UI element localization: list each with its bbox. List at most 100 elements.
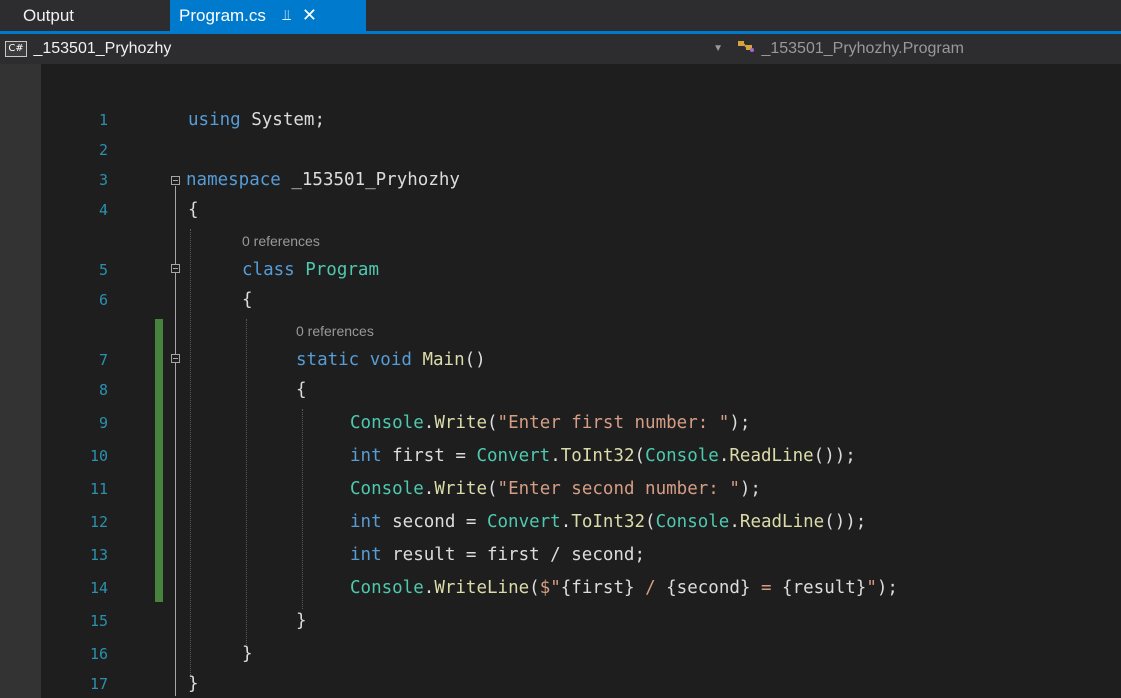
- keyword: int: [350, 512, 382, 532]
- method-token: ReadLine: [729, 446, 814, 466]
- code-text: int second = Convert.ToInt32(Console.Rea…: [350, 507, 866, 537]
- string-literal: "Enter second number: ": [497, 479, 740, 499]
- code-line: 11 Console.Write("Enter second number: "…: [0, 474, 1121, 504]
- code-token: first =: [381, 446, 477, 466]
- code-line: 5 class Program: [0, 255, 1121, 285]
- string-literal: =: [750, 578, 783, 598]
- keyword: static: [296, 350, 360, 370]
- string-literal: $": [539, 578, 561, 598]
- line-number: 16: [89, 645, 108, 663]
- code-line: 4 {: [0, 195, 1121, 225]
- code-text: }: [188, 674, 199, 694]
- line-number: 1: [98, 111, 108, 129]
- code-text: {: [188, 200, 199, 220]
- code-token: .: [423, 479, 435, 499]
- interpolation: {result}: [782, 578, 867, 598]
- type-name-token: Convert: [486, 512, 561, 532]
- code-line: 10 int first = Convert.ToInt32(Console.R…: [0, 441, 1121, 471]
- code-text: int result = first / second;: [350, 540, 645, 570]
- code-token: (: [487, 413, 498, 433]
- line-number: 13: [89, 546, 108, 564]
- type-name-token: Console: [350, 479, 424, 499]
- codelens-references-class[interactable]: 0 references: [242, 230, 320, 252]
- code-line: 6 {: [0, 285, 1121, 315]
- type-name-token: Console: [655, 512, 730, 532]
- keyword: int: [350, 446, 382, 466]
- pin-icon[interactable]: ⫫: [283, 0, 291, 31]
- code-token: );: [729, 413, 751, 433]
- method-token: ToInt32: [571, 512, 646, 532]
- line-number: 14: [89, 579, 108, 597]
- project-name: _153501_Pryhozhy: [33, 40, 172, 57]
- type-name: _153501_Pryhozhy.Program: [761, 40, 964, 58]
- document-tab-strip: Output Program.cs ⫫ ✕: [0, 0, 1121, 31]
- code-line: 8 {: [0, 375, 1121, 405]
- code-line: 14 Console.WriteLine($"{first} / {second…: [0, 573, 1121, 603]
- code-line: 9 Console.Write("Enter first number: ");: [0, 408, 1121, 438]
- code-token: (): [464, 350, 486, 370]
- keyword: int: [350, 545, 382, 565]
- line-number: 3: [98, 171, 108, 189]
- method-token: Write: [434, 479, 487, 499]
- code-token: .: [718, 446, 730, 466]
- codelens-references-main[interactable]: 0 references: [296, 320, 374, 342]
- string-literal: ": [866, 578, 877, 598]
- type-name-token: Console: [350, 578, 424, 598]
- line-number: 5: [98, 261, 108, 279]
- code-text: class Program: [242, 255, 379, 285]
- code-line: 15 }: [0, 606, 1121, 636]
- type-name-token: Program: [305, 260, 379, 280]
- line-number: 4: [98, 201, 108, 219]
- code-line: 3 namespace _153501_Pryhozhy: [0, 165, 1121, 195]
- code-token: (: [529, 578, 540, 598]
- code-token: .: [550, 446, 561, 466]
- line-number: 10: [89, 447, 108, 465]
- code-text: {: [242, 290, 253, 310]
- type-name-token: Console: [645, 446, 719, 466]
- close-icon[interactable]: ✕: [302, 0, 317, 31]
- code-text: int first = Convert.ToInt32(Console.Read…: [350, 441, 856, 471]
- tab-output[interactable]: Output: [0, 0, 170, 31]
- tab-program-cs[interactable]: Program.cs ⫫ ✕: [170, 0, 366, 31]
- string-literal: "Enter first number: ": [497, 413, 730, 433]
- code-text: {: [296, 380, 307, 400]
- code-token: second =: [381, 512, 487, 532]
- keyword: using: [188, 110, 241, 130]
- code-token: .: [729, 512, 740, 532]
- type-dropdown[interactable]: _153501_Pryhozhy.Program: [729, 36, 1119, 62]
- type-name-token: Convert: [476, 446, 551, 466]
- chevron-down-icon[interactable]: ▼: [713, 36, 723, 62]
- method-token: Main: [422, 350, 465, 370]
- line-number: 17: [89, 675, 108, 693]
- csharp-project-icon: C#: [5, 40, 27, 57]
- line-number: 15: [89, 612, 108, 630]
- code-token: .: [423, 413, 435, 433]
- method-token: WriteLine: [434, 578, 530, 598]
- method-token: ReadLine: [739, 512, 825, 532]
- code-line: 7 static void Main(): [0, 345, 1121, 375]
- code-text: static void Main(): [296, 345, 486, 375]
- code-editor[interactable]: 0 references 0 references 1 using System…: [0, 64, 1121, 698]
- code-token: (: [487, 479, 498, 499]
- code-token: ());: [813, 446, 856, 466]
- code-token: System;: [240, 110, 325, 130]
- project-dropdown[interactable]: C# _153501_Pryhozhy ▼: [3, 36, 729, 62]
- code-token: );: [739, 479, 761, 499]
- code-text: Console.Write("Enter second number: ");: [350, 474, 761, 504]
- keyword: void: [369, 350, 412, 370]
- method-token: Write: [434, 413, 487, 433]
- interpolation: {first}: [560, 578, 635, 598]
- code-text: }: [296, 611, 307, 631]
- line-number: 9: [98, 414, 108, 432]
- method-token: ToInt32: [560, 446, 635, 466]
- code-line: 12 int second = Convert.ToInt32(Console.…: [0, 507, 1121, 537]
- keyword: namespace: [186, 170, 281, 190]
- code-token: (: [645, 512, 656, 532]
- code-token: result = first / second;: [381, 545, 646, 565]
- line-number: 6: [98, 291, 108, 309]
- tab-program-cs-label: Program.cs: [179, 6, 266, 25]
- line-number: 7: [98, 351, 108, 369]
- line-number: 11: [89, 480, 108, 498]
- interpolation: {second}: [666, 578, 751, 598]
- line-number: 8: [98, 381, 108, 399]
